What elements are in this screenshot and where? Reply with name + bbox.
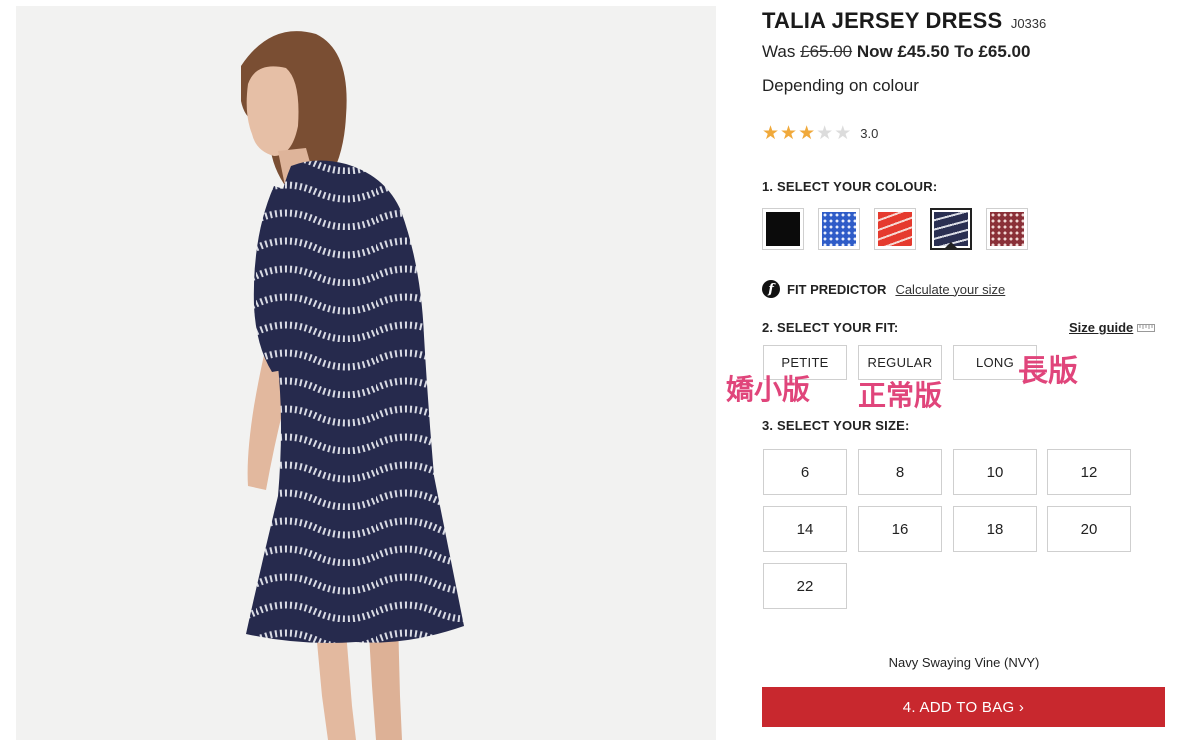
swatch-fill <box>934 212 968 246</box>
fit-predictor-label: FIT PREDICTOR <box>787 281 887 297</box>
size-option-button[interactable]: 16 <box>858 506 942 552</box>
fit-section-label: 2. SELECT YOUR FIT: <box>762 320 899 335</box>
ruler-icon <box>1137 323 1156 332</box>
swatch-navy-swaying-vine[interactable] <box>930 208 972 250</box>
product-title-row: TALIA JERSEY DRESS J0336 <box>762 8 1046 34</box>
swatch-fill <box>822 212 856 246</box>
size-guide-link[interactable]: Size guide <box>1069 320 1156 335</box>
colour-section-label: 1. SELECT YOUR COLOUR: <box>762 179 938 194</box>
size-guide-label: Size guide <box>1069 320 1134 335</box>
now-price: £45.50 <box>897 42 950 61</box>
star-icon: ★ <box>762 123 780 144</box>
fit-predictor: f FIT PREDICTOR Calculate your size <box>762 280 1005 298</box>
swatch-red-print[interactable] <box>874 208 916 250</box>
swatch-fill <box>990 212 1024 246</box>
swatch-burgundy-print[interactable] <box>986 208 1028 250</box>
size-option-button[interactable]: 22 <box>763 563 847 609</box>
star-icon: ★ <box>780 123 798 144</box>
product-image[interactable] <box>16 6 716 740</box>
selected-indicator-icon <box>944 242 958 249</box>
star-empty-icon: ★ <box>834 123 852 144</box>
swatch-black[interactable] <box>762 208 804 250</box>
colour-swatches <box>762 208 1042 250</box>
annotation-petite: 嬌小版 <box>726 373 811 406</box>
annotation-long: 長版 <box>1018 354 1078 389</box>
selected-colour-name: Navy Swaying Vine (NVY) <box>888 655 1040 670</box>
price-row: Was £65.00 Now £45.50 To £65.00 <box>762 42 1030 62</box>
rating[interactable]: ★ ★ ★ ★ ★ 3.0 <box>762 124 878 143</box>
annotation-regular: 正常版 <box>858 379 943 412</box>
size-option-button[interactable]: 10 <box>953 449 1037 495</box>
was-label: Was <box>762 42 796 61</box>
size-section-label: 3. SELECT YOUR SIZE: <box>762 418 910 433</box>
swatch-blue-print[interactable] <box>818 208 860 250</box>
to-label: To <box>954 42 974 61</box>
swatch-fill <box>766 212 800 246</box>
size-option-button[interactable]: 8 <box>858 449 942 495</box>
star-empty-icon: ★ <box>816 123 834 144</box>
f-logo-icon: f <box>762 280 780 298</box>
size-option-button[interactable]: 12 <box>1047 449 1131 495</box>
star-icon: ★ <box>798 123 816 144</box>
product-code: J0336 <box>1010 16 1047 31</box>
product-title: TALIA JERSEY DRESS <box>762 8 1003 33</box>
to-price: £65.00 <box>978 42 1031 61</box>
size-option-button[interactable]: 6 <box>763 449 847 495</box>
calculate-size-link[interactable]: Calculate your size <box>895 282 1005 297</box>
add-to-bag-button[interactable]: 4. ADD TO BAG › <box>762 687 1165 727</box>
price-note: Depending on colour <box>762 76 919 95</box>
product-details-panel: TALIA JERSEY DRESS J0336 Was £65.00 Now … <box>762 0 1182 740</box>
was-price: £65.00 <box>800 42 853 61</box>
size-option-button[interactable]: 18 <box>953 506 1037 552</box>
size-option-button[interactable]: 20 <box>1047 506 1131 552</box>
size-option-button[interactable]: 14 <box>763 506 847 552</box>
swatch-fill <box>878 212 912 246</box>
rating-value: 3.0 <box>860 126 879 141</box>
now-label: Now <box>856 42 893 61</box>
